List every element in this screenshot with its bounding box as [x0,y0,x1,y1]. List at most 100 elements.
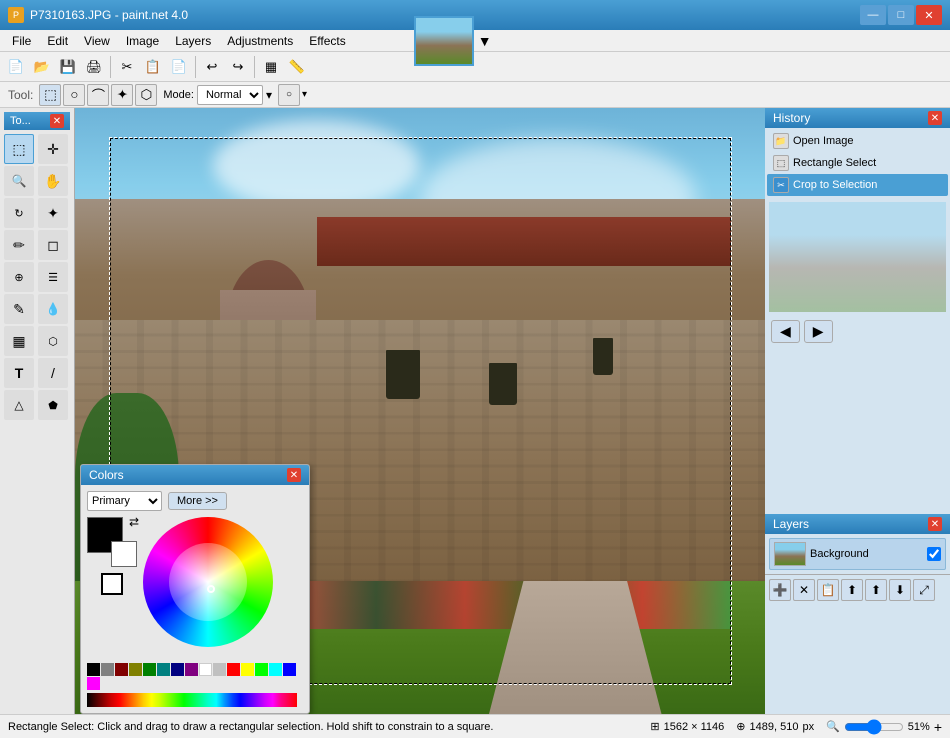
tb-ruler[interactable]: 📏 [285,55,309,79]
tool-options-bar: Tool: ⬚ ○ ⌒ ✦ ⬡ Mode: Normal ▾ ○ ▾ [0,82,950,108]
menu-image[interactable]: Image [118,32,167,50]
duplicate-layer-btn[interactable]: 📋 [817,579,839,601]
palette-swatch[interactable] [143,663,156,676]
tb-redo[interactable]: ↪ [226,55,250,79]
tools-panel-close[interactable]: ✕ [50,114,64,128]
antialias-btn[interactable]: ○ [278,84,300,106]
layer-up-btn[interactable]: ⬆ [865,579,887,601]
color-palette [87,663,297,690]
selection-magic-btn[interactable]: ✦ [111,84,133,106]
palette-swatch[interactable] [185,663,198,676]
thumbnail-arrow[interactable]: ▼ [478,33,492,49]
add-layer-btn[interactable]: ➕ [769,579,791,601]
palette-swatch[interactable] [241,663,254,676]
delete-layer-btn[interactable]: ✕ [793,579,815,601]
layer-item-0[interactable]: Background [769,538,946,570]
menu-adjustments[interactable]: Adjustments [219,32,301,50]
palette-swatch[interactable] [227,663,240,676]
palette-swatch[interactable] [101,663,114,676]
tool-rectangle-select[interactable]: ⬚ [4,134,34,164]
history-close-btn[interactable]: ✕ [928,111,942,125]
tb-grid[interactable]: ▦ [259,55,283,79]
minimize-button[interactable]: — [860,5,886,25]
tool-rotate[interactable]: ↻ [4,198,34,228]
layers-close-btn[interactable]: ✕ [928,517,942,531]
tb-cut[interactable]: ✂ [115,55,139,79]
tool-eraser[interactable]: ◻ [38,230,68,260]
merge-layer-btn[interactable]: ⬆ [841,579,863,601]
tool-text[interactable]: T [4,358,34,388]
history-item-1[interactable]: ⬚ Rectangle Select [767,152,948,174]
reset-colors-icon[interactable] [101,573,123,595]
selection-ellipse-btn[interactable]: ○ [63,84,85,106]
palette-swatch[interactable] [283,663,296,676]
tool-zoom[interactable]: 🔍 [4,166,34,196]
layer-visibility-0[interactable] [927,547,941,561]
tool-clone-stamp[interactable]: ⊕ [4,262,34,292]
palette-swatch[interactable] [213,663,226,676]
menu-file[interactable]: File [4,32,39,50]
swap-colors-icon[interactable]: ⇄ [129,515,139,529]
color-mode-select[interactable]: Primary Secondary [87,491,162,511]
tool-line[interactable]: / [38,358,68,388]
tool-paint-bucket[interactable]: ⬡ [38,326,68,356]
tb-undo[interactable]: ↩ [200,55,224,79]
tb-save[interactable]: 💾 [56,55,80,79]
canvas-dimensions: 1562 × 1146 [664,721,725,733]
tb-new[interactable]: 📄 [4,55,28,79]
tool-pan[interactable]: ✋ [38,166,68,196]
undo-btn[interactable]: ◀ [771,320,800,343]
selection-mode-select[interactable]: Normal [197,85,263,105]
tool-magic-wand[interactable]: ✦ [38,198,68,228]
tool-gradient[interactable]: ▦ [4,326,34,356]
menu-view[interactable]: View [76,32,118,50]
palette-swatch[interactable] [157,663,170,676]
history-item-2[interactable]: ✂ Crop to Selection [767,174,948,196]
zoom-in-btn[interactable]: + [934,719,942,735]
tb-copy[interactable]: 📋 [141,55,165,79]
secondary-color-swatch[interactable] [111,541,137,567]
zoom-slider[interactable] [844,719,904,735]
image-thumbnail [414,16,474,66]
color-wheel-container[interactable] [143,517,283,657]
tool-move[interactable]: ✛ [38,134,68,164]
tb-paste[interactable]: 📄 [167,55,191,79]
more-colors-btn[interactable]: More >> [168,492,227,510]
colors-close-btn[interactable]: ✕ [287,468,301,482]
right-panels: History ✕ 📁 Open Image ⬚ Rectangle Selec… [765,108,950,714]
tool-shapes[interactable]: △ [4,390,34,420]
palette-swatch[interactable] [171,663,184,676]
window-title: P7310163.JPG - paint.net 4.0 [30,8,188,22]
tool-color-picker[interactable]: 💧 [38,294,68,324]
maximize-button[interactable]: □ [888,5,914,25]
selection-lasso-btn[interactable]: ⌒ [87,84,109,106]
hue-slider[interactable] [87,693,297,707]
close-button[interactable]: ✕ [916,5,942,25]
layer-properties-btn[interactable]: ⤢ [913,579,935,601]
tb-print[interactable]: 🖨 [82,55,106,79]
layer-down-btn[interactable]: ⬇ [889,579,911,601]
dimensions-icon: ⊞ [650,720,659,733]
palette-swatch[interactable] [87,663,100,676]
selection-freeform-btn[interactable]: ⬡ [135,84,157,106]
tool-pencil[interactable]: ✎ [4,294,34,324]
palette-swatch[interactable] [199,663,212,676]
palette-swatch[interactable] [255,663,268,676]
menu-edit[interactable]: Edit [39,32,76,50]
tool-freeform[interactable]: ⬟ [38,390,68,420]
menu-effects[interactable]: Effects [301,32,353,50]
zoom-out-btn[interactable]: 🔍 [826,720,840,733]
tool-recolor[interactable]: ☰ [38,262,68,292]
palette-swatch[interactable] [269,663,282,676]
selection-rectangle-btn[interactable]: ⬚ [39,84,61,106]
menu-layers[interactable]: Layers [167,32,219,50]
redo-btn[interactable]: ▶ [804,320,833,343]
tb-open[interactable]: 📂 [30,55,54,79]
antialias-arrow[interactable]: ▾ [302,89,307,100]
history-item-0[interactable]: 📁 Open Image [767,130,948,152]
palette-swatch[interactable] [87,677,100,690]
color-wheel[interactable] [143,517,273,647]
tool-paintbrush[interactable]: ✏ [4,230,34,260]
palette-swatch[interactable] [115,663,128,676]
palette-swatch[interactable] [129,663,142,676]
